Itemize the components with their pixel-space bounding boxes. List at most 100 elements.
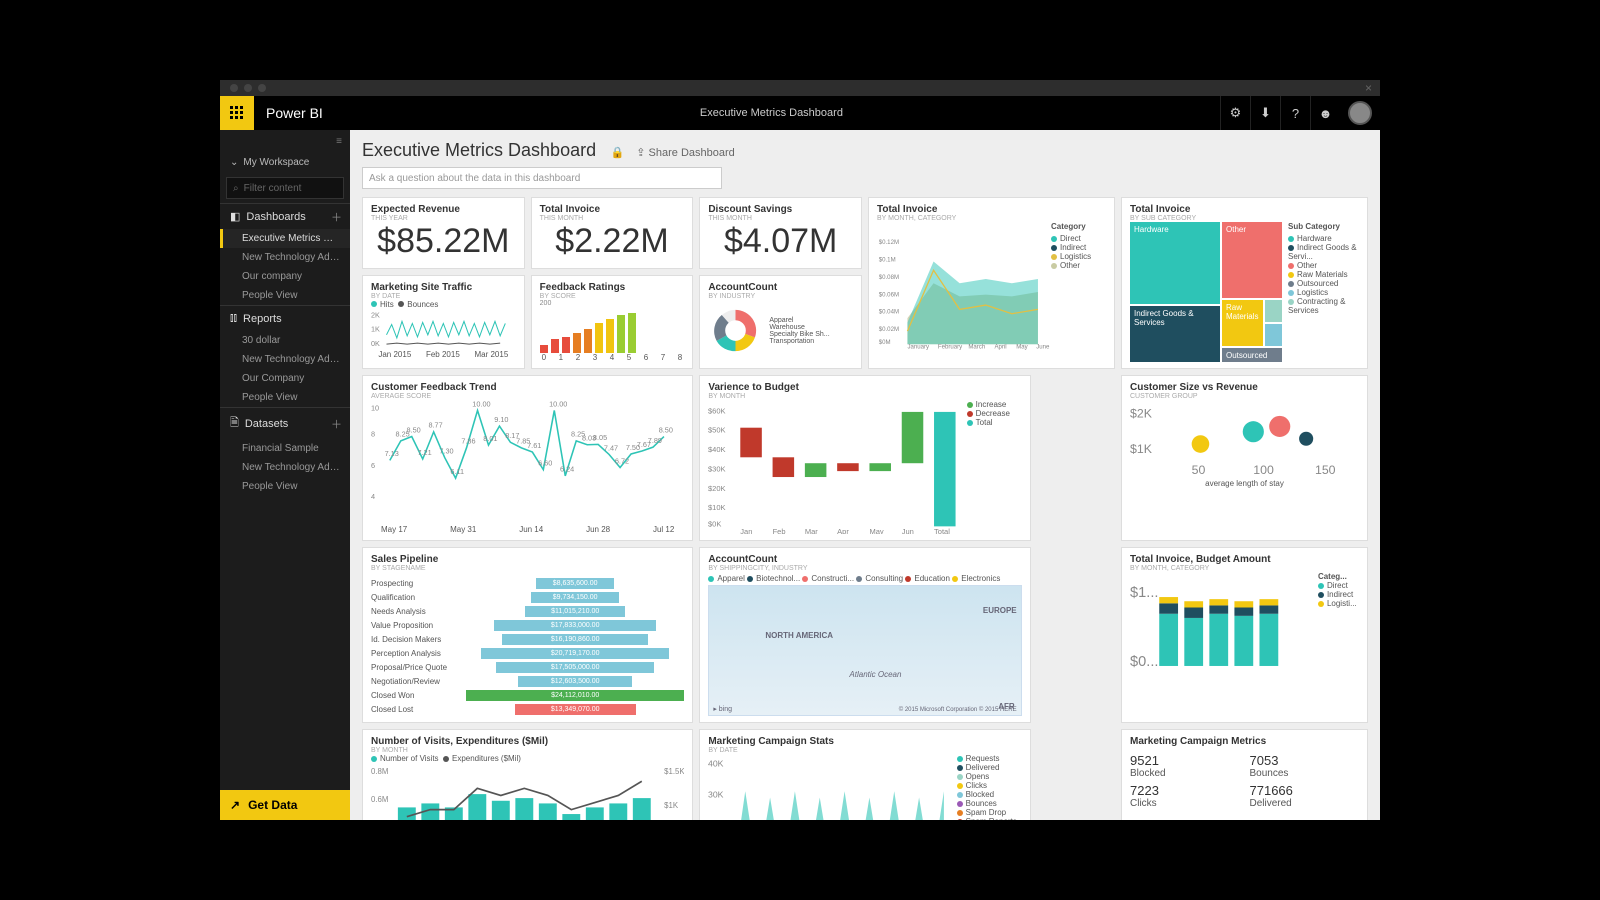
tile-campaign-metrics[interactable]: Marketing Campaign Metrics 9521Blocked 7… <box>1121 729 1368 820</box>
sidebar-collapse-icon[interactable]: ≡ <box>220 130 350 152</box>
tile-expected-revenue[interactable]: Expected Revenue THIS YEAR $85.22M <box>362 197 525 269</box>
search-icon: ⌕ <box>233 183 239 194</box>
svg-text:$1.5K: $1.5K <box>664 768 684 777</box>
close-icon[interactable]: × <box>1365 81 1372 95</box>
tile-feedback-ratings[interactable]: Feedback Ratings BY SCORE 200 012345678 <box>531 275 694 370</box>
tile-account-map[interactable]: AccountCount BY SHIPPINGCITY, INDUSTRY A… <box>699 547 1030 723</box>
sidebar-item[interactable]: New Technology Adoption <box>220 458 350 477</box>
svg-text:Feb: Feb <box>773 527 786 534</box>
svg-text:Jan: Jan <box>741 527 753 534</box>
svg-text:7.21: 7.21 <box>417 448 431 457</box>
qna-input[interactable]: Ask a question about the data in this da… <box>362 167 722 189</box>
sidebar-item-executive-metrics[interactable]: Executive Metrics Dashb... <box>220 229 350 248</box>
sidebar-item[interactable]: New Technology Adoptio... <box>220 350 350 369</box>
get-data-button[interactable]: ↗Get Data <box>220 790 350 820</box>
svg-text:4: 4 <box>371 492 375 501</box>
svg-text:8: 8 <box>371 430 375 439</box>
close-dot[interactable] <box>230 84 238 92</box>
svg-text:0.6M: 0.6M <box>371 795 388 804</box>
share-button[interactable]: ⇪ Share Dashboard <box>636 146 735 159</box>
svg-text:$1...: $1... <box>1130 585 1158 601</box>
tile-sales-pipeline[interactable]: Sales Pipeline BY STAGENAME Prospecting$… <box>362 547 693 723</box>
svg-text:7.89: 7.89 <box>648 436 662 445</box>
tile-account-count-industry[interactable]: AccountCount BY INDUSTRY Apparel <box>699 275 862 370</box>
settings-icon[interactable]: ⚙ <box>1220 96 1250 130</box>
add-dashboard-icon[interactable]: ＋ <box>331 209 342 225</box>
svg-text:$0.06M: $0.06M <box>879 291 899 298</box>
tile-visits-expenditures[interactable]: Number of Visits, Expenditures ($Mil) BY… <box>362 729 693 820</box>
svg-text:8.05: 8.05 <box>593 433 607 442</box>
tile-customer-size-revenue[interactable]: Customer Size vs Revenue CUSTOMER GROUP … <box>1121 375 1368 541</box>
kpi-value: $2.22M <box>540 222 685 262</box>
svg-text:10.00: 10.00 <box>549 400 567 408</box>
svg-text:$0M: $0M <box>879 339 891 346</box>
sidebar-item[interactable]: 30 dollar <box>220 331 350 350</box>
svg-text:6.24: 6.24 <box>560 465 574 474</box>
donut-chart <box>708 303 763 358</box>
sidebar-item[interactable]: Financial Sample <box>220 439 350 458</box>
sidebar-item[interactable]: People View <box>220 388 350 407</box>
sidebar-item[interactable]: Our company <box>220 267 350 286</box>
svg-text:$60K: $60K <box>708 406 726 415</box>
tile-total-invoice-month[interactable]: Total Invoice THIS MONTH $2.22M <box>531 197 694 269</box>
sidebar-item[interactable]: People View <box>220 477 350 496</box>
svg-text:2K: 2K <box>371 310 380 319</box>
svg-text:7.47: 7.47 <box>604 443 618 452</box>
svg-text:8.50: 8.50 <box>659 425 673 434</box>
help-icon[interactable]: ? <box>1280 96 1310 130</box>
svg-text:50: 50 <box>1192 463 1206 477</box>
minimize-dot[interactable] <box>244 84 252 92</box>
feedback-icon[interactable]: ☻ <box>1310 96 1340 130</box>
section-datasets[interactable]: 🗎Datasets＋ <box>220 407 350 439</box>
section-reports[interactable]: ⫾⫾Reports <box>220 305 350 331</box>
svg-text:$2K: $2K <box>1130 407 1153 421</box>
section-dashboards[interactable]: ◧Dashboards＋ <box>220 203 350 229</box>
svg-text:$1K: $1K <box>664 801 679 810</box>
lock-icon[interactable]: 🔒 <box>611 146 625 159</box>
download-icon[interactable]: ⬇ <box>1250 96 1280 130</box>
reports-icon: ⫾⫾ <box>230 312 237 325</box>
tile-variance-budget[interactable]: Varience to Budget BY MONTH $60K$50K$40K… <box>699 375 1030 541</box>
tile-discount-savings[interactable]: Discount Savings THIS MONTH $4.07M <box>699 197 862 269</box>
svg-text:May: May <box>870 527 884 534</box>
svg-text:May: May <box>1016 344 1028 351</box>
sidebar-item[interactable]: New Technology Adoption <box>220 248 350 267</box>
svg-text:10.00: 10.00 <box>472 400 490 408</box>
bar-chart <box>540 313 685 353</box>
svg-text:6.72: 6.72 <box>615 456 629 465</box>
zoom-dot[interactable] <box>258 84 266 92</box>
kpi-value: $85.22M <box>371 222 516 262</box>
svg-text:March: March <box>968 344 985 351</box>
page-title: Executive Metrics Dashboard <box>362 140 596 161</box>
app-launcher-icon[interactable] <box>220 96 254 130</box>
tile-campaign-stats[interactable]: Marketing Campaign Stats BY DATE 40K30K2… <box>699 729 1030 820</box>
dashboard-icon: ◧ <box>230 210 240 223</box>
svg-text:30K: 30K <box>708 790 724 800</box>
svg-text:June: June <box>1036 344 1050 351</box>
workspace-selector[interactable]: ⌄My Workspace <box>220 152 350 173</box>
user-avatar[interactable] <box>1348 101 1372 125</box>
tile-feedback-trend[interactable]: Customer Feedback Trend AVERAGE SCORE 10… <box>362 375 693 541</box>
treemap: Hardware Indirect Goods & Services Other… <box>1130 222 1282 362</box>
tile-marketing-traffic[interactable]: Marketing Site Traffic BY DATE Hits Boun… <box>362 275 525 370</box>
svg-text:100: 100 <box>1253 463 1274 477</box>
svg-text:$0.1M: $0.1M <box>879 257 896 264</box>
svg-text:7.13: 7.13 <box>385 449 399 458</box>
area-chart: $0.12M$0.1M$0.08M$0.06M$0.04M$0.02M$0M J… <box>877 222 1051 362</box>
add-dataset-icon[interactable]: ＋ <box>331 416 342 432</box>
svg-text:$0.02M: $0.02M <box>879 326 899 333</box>
sidebar-item[interactable]: Our Company <box>220 369 350 388</box>
filter-content-input[interactable]: ⌕Filter content <box>226 177 344 199</box>
arrow-icon: ↗ <box>230 798 240 812</box>
tile-invoice-by-month-category[interactable]: Total Invoice BY MONTH, CATEGORY $0.12M$… <box>868 197 1115 369</box>
tile-invoice-budget-amount[interactable]: Total Invoice, Budget Amount BY MONTH, C… <box>1121 547 1368 723</box>
map-visual[interactable]: NORTH AMERICA EUROPE AFR Atlantic Ocean … <box>708 585 1021 716</box>
funnel-chart: Prospecting$8,635,600.00Qualification$9,… <box>371 576 684 716</box>
combo-chart: 0.8M0.6M0.4M0.2M0M $1.5K$1K$0.5K$0K FebM… <box>371 763 684 820</box>
sidebar: ≡ ⌄My Workspace ⌕Filter content ◧Dashboa… <box>220 130 350 820</box>
svg-text:150: 150 <box>1315 463 1336 477</box>
waterfall-chart: $60K$50K$40K$30K$20K$10K$0K JanFebMarApr… <box>708 400 966 534</box>
sidebar-item[interactable]: People View <box>220 286 350 305</box>
svg-text:April: April <box>994 344 1006 351</box>
tile-invoice-by-subcategory[interactable]: Total Invoice BY SUB CATEGORY Hardware I… <box>1121 197 1368 369</box>
